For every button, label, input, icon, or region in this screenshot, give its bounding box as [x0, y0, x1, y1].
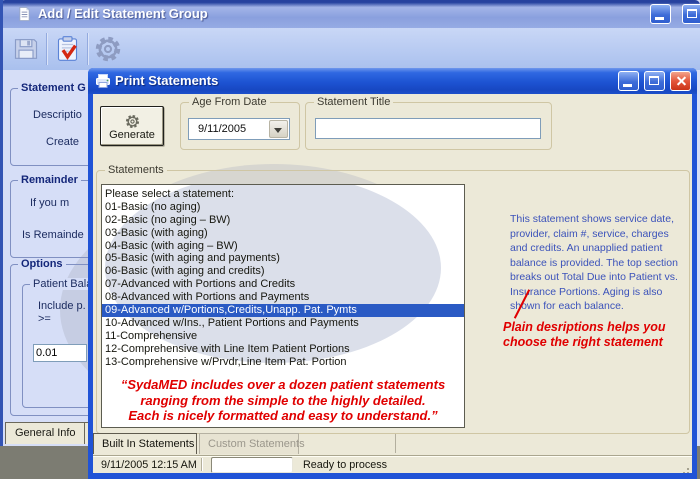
- statement-description: This statement shows service date, provi…: [510, 212, 686, 314]
- quote-line: Each is nicely formatted and easy to und…: [102, 408, 464, 424]
- bg-window-titlebar[interactable]: Add / Edit Statement Group: [0, 0, 700, 28]
- maximize-icon: [687, 9, 697, 18]
- list-item[interactable]: 07-Advanced with Portions and Credits: [102, 278, 464, 291]
- gte-label: >=: [38, 313, 51, 325]
- dialog-maximize-button[interactable]: [644, 71, 665, 91]
- gear-icon: [125, 114, 140, 129]
- if-you-label: If you m: [30, 197, 69, 209]
- dialog-titlebar[interactable]: Print Statements: [88, 68, 697, 94]
- progress-placeholder: [211, 457, 293, 473]
- bg-toolbar: [3, 28, 700, 70]
- list-item[interactable]: 02-Basic (no aging – BW): [102, 214, 464, 227]
- print-statements-dialog: Print Statements Generate Age From Date …: [88, 68, 697, 479]
- save-button[interactable]: [7, 30, 45, 68]
- generate-button-label: Generate: [109, 129, 155, 141]
- options-group-label: Options: [18, 258, 66, 270]
- verify-button[interactable]: [48, 30, 86, 68]
- patient-balance-label: Patient Bala: [30, 278, 95, 290]
- list-item[interactable]: 03-Basic (with aging): [102, 227, 464, 240]
- maximize-icon: [649, 76, 659, 85]
- document-icon: [17, 6, 32, 27]
- include-label: Include p.: [38, 300, 86, 312]
- statements-group-label: Statements: [105, 164, 167, 176]
- list-item[interactable]: 04-Basic (with aging – BW): [102, 240, 464, 253]
- remainder-group-label: Remainder: [18, 174, 81, 186]
- list-item[interactable]: 01-Basic (no aging): [102, 201, 464, 214]
- toolbar-separator: [46, 33, 47, 65]
- age-from-date-group: Age From Date 9/11/2005: [180, 102, 300, 150]
- dialog-title: Print Statements: [115, 73, 218, 88]
- settings-gear-icon: [94, 35, 122, 63]
- tab-strip-divider: [395, 434, 396, 453]
- age-from-date-label: Age From Date: [189, 96, 270, 108]
- dialog-minimize-button[interactable]: [618, 71, 639, 91]
- annotation-line: choose the right statement: [503, 335, 666, 350]
- status-message: Ready to process: [303, 459, 387, 471]
- resize-grip[interactable]: [687, 468, 689, 470]
- close-icon: [675, 76, 686, 87]
- list-item[interactable]: 13-Comprehensive w/Prvdr,Line Item Pat. …: [102, 356, 464, 369]
- statements-listbox[interactable]: “SydaMED includes over a dozen patient s…: [101, 184, 465, 428]
- age-from-date-dropdown[interactable]: 9/11/2005: [188, 118, 290, 140]
- list-item[interactable]: 08-Advanced with Portions and Payments: [102, 291, 464, 304]
- minimize-icon: [655, 17, 664, 20]
- toolbar-separator: [87, 33, 88, 65]
- amount-input[interactable]: [33, 344, 87, 362]
- list-item[interactable]: 11-Comprehensive: [102, 330, 464, 343]
- settings-button[interactable]: [89, 30, 127, 68]
- save-icon: [12, 35, 40, 63]
- dialog-body: Generate Age From Date 9/11/2005 Stateme…: [93, 94, 692, 473]
- generate-button[interactable]: Generate: [100, 106, 164, 146]
- verify-icon: [54, 35, 81, 63]
- statement-title-input[interactable]: [315, 118, 541, 139]
- list-item[interactable]: 09-Advanced w/Portions,Credits,Unapp. Pa…: [102, 304, 464, 317]
- bg-window-border: [0, 0, 3, 446]
- bg-minimize-button[interactable]: [650, 4, 671, 24]
- statement-group-label: Statement G: [18, 82, 89, 94]
- list-intro: Please select a statement:: [102, 188, 464, 201]
- bg-maximize-button[interactable]: [682, 4, 700, 24]
- chevron-down-icon[interactable]: [269, 120, 288, 138]
- printer-icon: [95, 73, 111, 94]
- tab-built-in-statements[interactable]: Built In Statements: [93, 433, 197, 454]
- annotation-note: Plain desriptions helps you choose the r…: [503, 320, 666, 350]
- annotation-line: Plain desriptions helps you: [503, 320, 666, 335]
- created-label: Create: [46, 136, 79, 148]
- age-from-date-value: 9/11/2005: [198, 123, 246, 135]
- status-timestamp: 9/11/2005 12:15 AM: [101, 459, 197, 471]
- dialog-close-button[interactable]: [670, 71, 691, 91]
- tab-custom-statements[interactable]: Custom Statements: [199, 433, 299, 454]
- description-label: Descriptio: [33, 109, 82, 121]
- quote-line: ranging from the simple to the highly de…: [102, 393, 464, 409]
- quote-line: “SydaMED includes over a dozen patient s…: [102, 377, 464, 393]
- status-separator: [201, 458, 202, 471]
- list-item[interactable]: 06-Basic (with aging and credits): [102, 265, 464, 278]
- list-item[interactable]: 10-Advanced w/Ins., Patient Portions and…: [102, 317, 464, 330]
- marketing-quote: “SydaMED includes over a dozen patient s…: [102, 377, 464, 424]
- is-remainder-label: Is Remainde: [22, 229, 84, 241]
- bg-window-title: Add / Edit Statement Group: [38, 6, 208, 21]
- tab-general-info[interactable]: General Info: [5, 422, 86, 444]
- desktop: { "colors": { "titlebar_active": "#1d53d…: [0, 0, 700, 479]
- list-item[interactable]: 12-Comprehensive with Line Item Patient …: [102, 343, 464, 356]
- status-bar: 9/11/2005 12:15 AM Ready to process: [93, 455, 692, 473]
- list-item[interactable]: 05-Basic (with aging and payments): [102, 252, 464, 265]
- minimize-icon: [623, 84, 632, 87]
- statement-title-group: Statement Title: [305, 102, 552, 150]
- statement-title-label: Statement Title: [314, 96, 393, 108]
